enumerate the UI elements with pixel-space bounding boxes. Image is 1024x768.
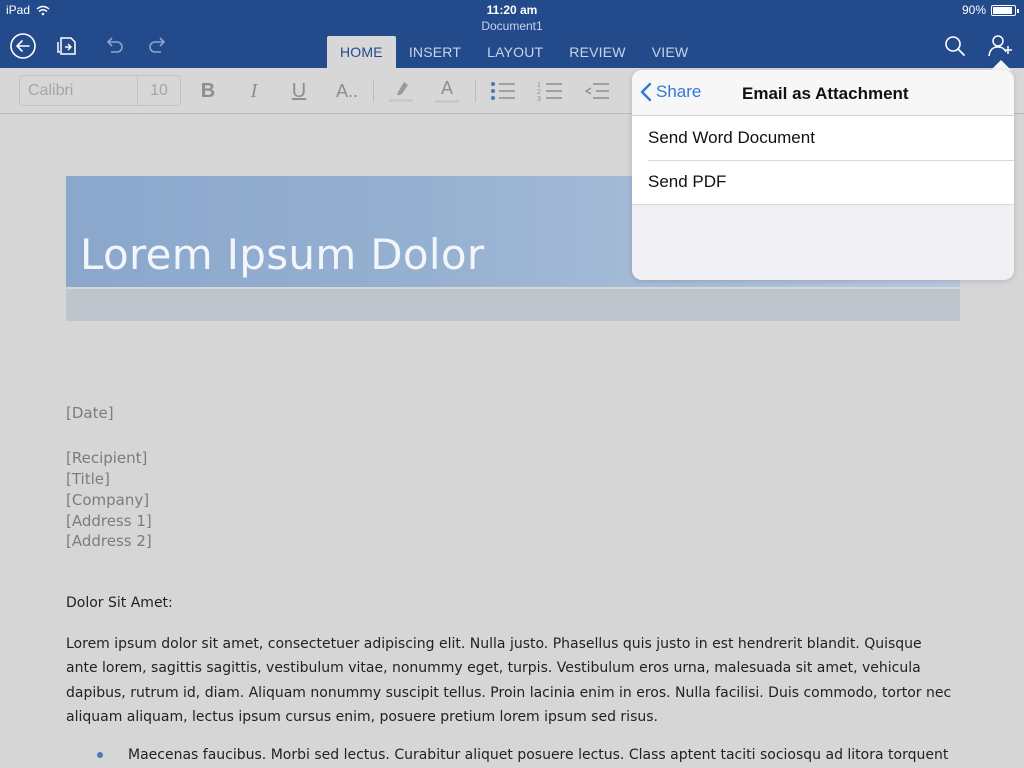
- bullets-button[interactable]: [489, 78, 517, 104]
- underline-button[interactable]: U: [288, 78, 310, 104]
- share-popover: Share Email as Attachment Send Word Docu…: [632, 70, 1014, 280]
- status-time: 11:20 am: [486, 3, 538, 17]
- toolbar-divider: [475, 80, 476, 102]
- chevron-left-icon: [640, 82, 652, 102]
- font-color-swatch: [435, 100, 459, 103]
- share-back-button[interactable]: Share: [640, 82, 701, 102]
- font-color-letter: A: [440, 78, 453, 98]
- ribbon-tabs: HOME INSERT LAYOUT REVIEW VIEW: [327, 36, 701, 68]
- address1-placeholder[interactable]: [Address 1]: [66, 512, 152, 530]
- document-heading[interactable]: Lorem Ipsum Dolor: [80, 230, 484, 279]
- body-paragraph[interactable]: Lorem ipsum dolor sit amet, consectetuer…: [66, 632, 956, 729]
- font-color-button[interactable]: A: [433, 78, 461, 104]
- svg-text:3: 3: [537, 96, 541, 102]
- document-title: Document1: [481, 19, 543, 33]
- svg-text:1: 1: [537, 82, 541, 89]
- back-icon[interactable]: [9, 32, 37, 60]
- company-placeholder[interactable]: [Company]: [66, 491, 149, 509]
- popover-header: Share Email as Attachment: [632, 70, 1014, 116]
- status-right: 90%: [961, 3, 1019, 17]
- decrease-indent-button[interactable]: [583, 78, 611, 104]
- tab-view[interactable]: VIEW: [639, 36, 702, 68]
- recipient-placeholder[interactable]: [Recipient]: [66, 449, 147, 467]
- numbered-list-icon: 1 2 3: [537, 82, 562, 102]
- numbering-button[interactable]: 1 2 3: [536, 78, 564, 104]
- italic-button[interactable]: I: [243, 78, 265, 104]
- tab-layout[interactable]: LAYOUT: [474, 36, 556, 68]
- bullet-marker: [97, 752, 103, 758]
- popover-title: Email as Attachment: [742, 84, 909, 103]
- outdent-icon: [584, 83, 609, 99]
- address2-placeholder[interactable]: [Address 2]: [66, 532, 152, 550]
- highlighter-icon: [389, 82, 413, 102]
- svg-text:2: 2: [537, 89, 541, 96]
- font-name-field[interactable]: Calibri: [20, 76, 138, 105]
- text-effects-button[interactable]: A..: [333, 78, 361, 104]
- bold-button[interactable]: B: [197, 78, 219, 104]
- bullet-item[interactable]: Maecenas faucibus. Morbi sed lectus. Cur…: [128, 747, 1008, 763]
- tab-home[interactable]: HOME: [327, 36, 396, 68]
- app-header: iPad 11:20 am 90% Document1 HOME INSERT …: [0, 0, 1024, 68]
- search-icon[interactable]: [941, 32, 969, 60]
- battery-icon: [991, 4, 1019, 16]
- font-picker[interactable]: Calibri 10: [19, 75, 181, 106]
- tab-insert[interactable]: INSERT: [396, 36, 474, 68]
- bullet-list-icon: [491, 82, 515, 100]
- share-person-icon[interactable]: [987, 32, 1015, 60]
- battery-percent: 90%: [961, 3, 986, 17]
- tab-review[interactable]: REVIEW: [556, 36, 638, 68]
- salutation[interactable]: Dolor Sit Amet:: [66, 595, 173, 611]
- attachment-options: Send Word Document Send PDF: [632, 116, 1014, 205]
- share-back-label: Share: [656, 82, 702, 101]
- file-sync-icon[interactable]: [53, 32, 81, 60]
- font-size-field[interactable]: 10: [138, 76, 180, 105]
- subtitle-bar: [66, 289, 960, 321]
- highlight-button[interactable]: [387, 78, 415, 104]
- date-placeholder[interactable]: [Date]: [66, 404, 114, 422]
- send-pdf-option[interactable]: Send PDF: [632, 160, 1014, 204]
- undo-icon[interactable]: [100, 32, 128, 60]
- toolbar-divider: [373, 80, 374, 102]
- title-placeholder[interactable]: [Title]: [66, 470, 110, 488]
- send-word-document-option[interactable]: Send Word Document: [632, 116, 1014, 160]
- redo-icon[interactable]: [144, 32, 172, 60]
